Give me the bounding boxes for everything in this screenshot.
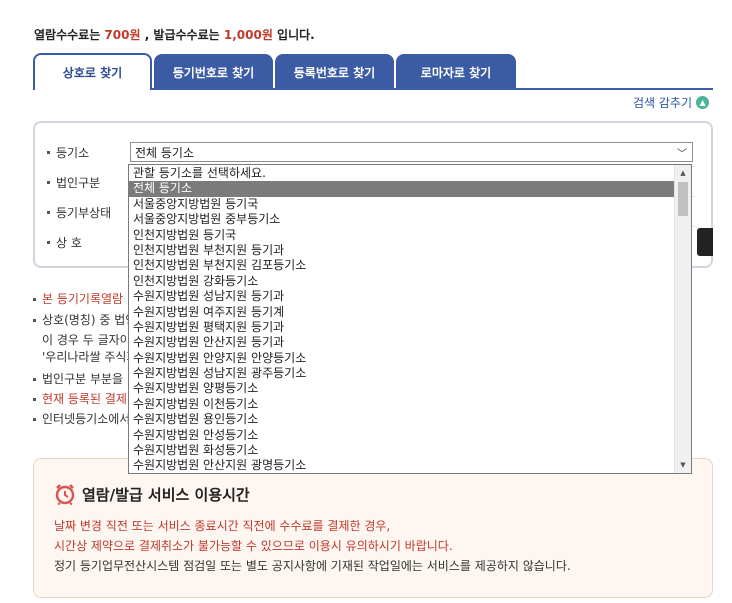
registry-option[interactable]: 수원지방법원 안산지원 광명등기소 <box>129 458 674 473</box>
registry-option[interactable]: 서울중앙지방법원 중부등기소 <box>129 212 674 227</box>
notice-text: 이 경우 두 글자이 <box>42 333 131 347</box>
status-label: 등기부상태 <box>56 206 112 220</box>
chevron-down-icon: ﹀ <box>677 149 687 160</box>
registry-option[interactable]: 수원지방법원 안산지원 등기과 <box>129 335 674 350</box>
hide-search-toggle[interactable]: 검색 감추기 ▲ <box>633 94 710 111</box>
registry-label: 등기소 <box>56 146 90 160</box>
bullet <box>33 398 36 401</box>
registry-option[interactable]: 수원지방법원 이천등기소 <box>129 397 674 412</box>
fee-suffix: 입니다. <box>272 28 315 42</box>
scroll-up-icon[interactable]: ▲ <box>675 165 691 181</box>
notice-item: 상호(명칭) 중 법인 <box>33 311 133 328</box>
bullet <box>33 418 36 421</box>
notice-text: 현재 등록된 결제 <box>42 392 127 406</box>
notice-text: '우리나라쌀 주식회 <box>42 350 138 364</box>
scroll-down-icon[interactable]: ▼ <box>675 457 691 473</box>
registry-option[interactable]: 인천지방법원 부천지원 등기과 <box>129 243 674 258</box>
alarm-clock-icon <box>55 484 75 505</box>
tab-by-registration-number[interactable]: 등기번호로 찾기 <box>154 54 273 90</box>
fee-prefix: 열람수수료는 <box>34 28 105 42</box>
notice-item: 현재 등록된 결제 <box>33 390 133 407</box>
bullet <box>47 211 50 214</box>
registry-option[interactable]: 수원지방법원 안양지원 안양등기소 <box>129 351 674 366</box>
name-row: 상 호 <box>47 234 82 251</box>
registry-option[interactable]: 관할 등기소를 선택하세요. <box>129 166 674 181</box>
registry-row: 등기소 <box>47 144 89 161</box>
corp-type-row: 법인구분 <box>47 174 100 191</box>
notice-text: 법인구분 부분을 <box>42 372 124 386</box>
service-hours-title: 열람/발급 서비스 이용시간 <box>54 483 250 505</box>
bullet <box>47 181 50 184</box>
registry-dropdown-list[interactable]: 관할 등기소를 선택하세요. 전체 등기소 서울중앙지방법원 등기국 서울중앙지방법원… <box>128 164 692 474</box>
notice-item: 이 경우 두 글자이 <box>42 331 142 348</box>
view-fee: 700원 <box>104 28 141 42</box>
registry-option[interactable]: 수원지방법원 용인등기소 <box>129 412 674 427</box>
registry-option[interactable]: 수원지방법원 양평등기소 <box>129 381 674 396</box>
scroll-thumb[interactable] <box>678 182 688 216</box>
bullet <box>47 241 50 244</box>
service-hours-line-1: 날짜 변경 직전 또는 서비스 종료시간 직전에 수수료를 결제한 경우, <box>54 519 391 533</box>
bullet <box>33 319 36 322</box>
tab-by-name[interactable]: 상호로 찾기 <box>33 53 152 90</box>
tab-by-registry-number[interactable]: 등록번호로 찾기 <box>275 54 394 90</box>
fee-middle: , 발급수수료는 <box>140 28 224 42</box>
notice-item: '우리나라쌀 주식회 <box>42 348 142 365</box>
chevron-up-icon: ▲ <box>696 96 710 109</box>
notice-item: 법인구분 부분을 <box>33 370 133 387</box>
corp-type-label: 법인구분 <box>56 176 101 190</box>
registry-option[interactable]: 인천지방법원 등기국 <box>129 228 674 243</box>
service-hours-line-3: 정기 등기업무전산시스템 점검일 또는 별도 공지사항에 기재된 작업일에는 서… <box>54 559 571 573</box>
registry-select[interactable]: 전체 등기소 ﹀ <box>130 142 693 162</box>
registry-option[interactable]: 인천지방법원 부천지원 김포등기소 <box>129 258 674 273</box>
search-button[interactable] <box>697 228 713 256</box>
service-hours-box: 열람/발급 서비스 이용시간 날짜 변경 직전 또는 서비스 종료시간 직전에 … <box>33 458 713 598</box>
bullet <box>47 151 50 154</box>
hide-search-label: 검색 감추기 <box>633 96 693 110</box>
registry-select-value: 전체 등기소 <box>135 145 195 160</box>
notice-item: 본 등기기록열람 <box>33 290 133 307</box>
registry-option[interactable]: 수원지방법원 성남지원 등기과 <box>129 289 674 304</box>
bullet <box>33 298 36 301</box>
service-hours-line-2: 시간상 제약으로 결제취소가 불가능할 수 있으므로 이용시 유의하시기 바랍니… <box>54 539 453 553</box>
notice-item: 인터넷등기소에서 <box>33 410 133 427</box>
registry-option[interactable]: 수원지방법원 화성등기소 <box>129 443 674 458</box>
dropdown-scrollbar[interactable]: ▲ ▼ <box>674 165 691 473</box>
tab-by-romanized[interactable]: 로마자로 찾기 <box>396 54 516 90</box>
registry-option[interactable]: 전체 등기소 <box>129 181 674 197</box>
bullet <box>33 378 36 381</box>
registry-option[interactable]: 서울중앙지방법원 등기국 <box>129 197 674 212</box>
registry-option[interactable]: 인천지방법원 강화등기소 <box>129 274 674 289</box>
name-label: 상 호 <box>56 236 82 250</box>
search-tabs: 상호로 찾기 등기번호로 찾기 등록번호로 찾기 로마자로 찾기 <box>33 53 713 90</box>
notice-text: 본 등기기록열람 <box>42 292 124 306</box>
registry-option[interactable]: 수원지방법원 여주지원 등기계 <box>129 305 674 320</box>
issue-fee: 1,000원 <box>223 28 273 42</box>
status-row: 등기부상태 <box>47 204 111 221</box>
notice-text: 인터넷등기소에서 <box>42 412 131 426</box>
fee-notice: 열람수수료는 700원 , 발급수수료는 1,000원 입니다. <box>34 26 315 43</box>
service-hours-title-text: 열람/발급 서비스 이용시간 <box>82 485 250 504</box>
registry-option[interactable]: 수원지방법원 성남지원 광주등기소 <box>129 366 674 381</box>
registry-option[interactable]: 수원지방법원 평택지원 등기과 <box>129 320 674 335</box>
registry-option[interactable]: 수원지방법원 안성등기소 <box>129 428 674 443</box>
notice-text: 상호(명칭) 중 법인 <box>42 313 133 327</box>
registry-options: 관할 등기소를 선택하세요. 전체 등기소 서울중앙지방법원 등기국 서울중앙지방법원… <box>129 165 674 473</box>
